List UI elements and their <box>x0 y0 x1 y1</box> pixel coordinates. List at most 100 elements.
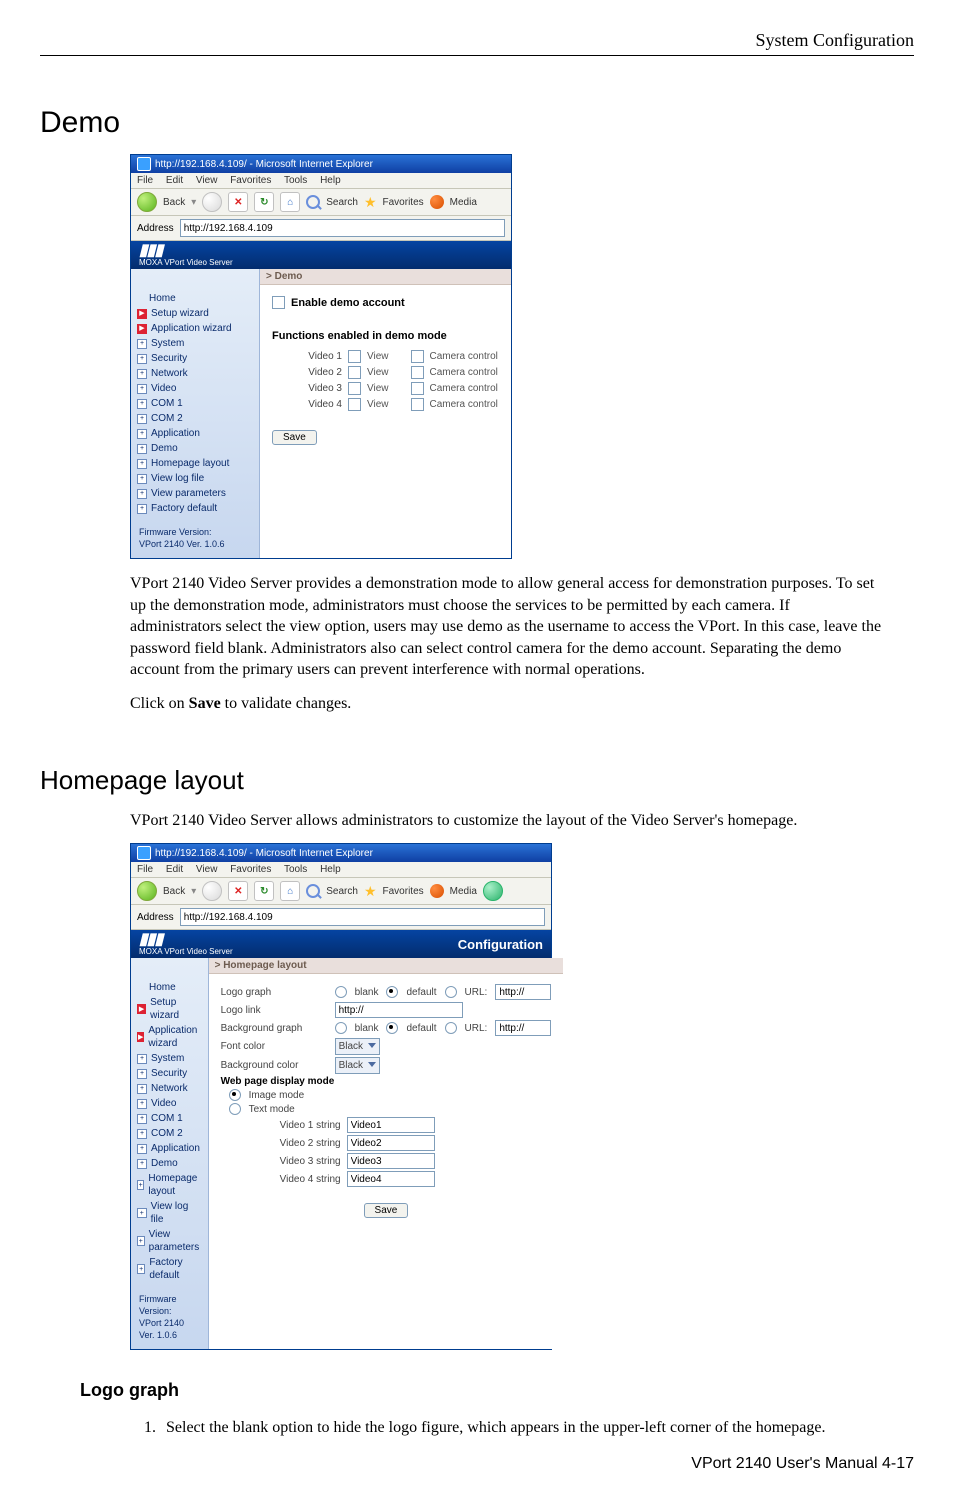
video4-string-input[interactable] <box>347 1171 435 1187</box>
sidebar-item-setup-wizard[interactable]: ▶Setup wizard <box>131 306 259 321</box>
video1-string-label: Video 1 string <box>221 1120 341 1131</box>
sidebar-item-label: Application <box>151 427 200 440</box>
bg-graph-url-radio[interactable] <box>445 1022 457 1034</box>
search-icon[interactable] <box>306 195 320 209</box>
sidebar-item-video[interactable]: +Video <box>131 381 259 396</box>
video1-cam-checkbox[interactable] <box>411 350 424 363</box>
ie-menubar[interactable]: File Edit View Favorites Tools Help <box>131 862 551 878</box>
sidebar-item-com1[interactable]: +COM 1 <box>131 396 259 411</box>
refresh-icon[interactable]: ↻ <box>254 881 274 901</box>
bg-graph-blank-radio[interactable] <box>335 1022 347 1034</box>
save-button[interactable]: Save <box>364 1203 409 1218</box>
bg-color-select[interactable]: Black <box>335 1057 380 1074</box>
address-input[interactable] <box>180 908 545 926</box>
ie-logo-icon <box>137 157 151 171</box>
favorites-icon[interactable]: ★ <box>364 884 377 898</box>
enable-demo-checkbox[interactable] <box>272 296 285 309</box>
sidebar: Home ▶Setup wizard ▶Application wizard +… <box>131 269 260 558</box>
menu-edit[interactable]: Edit <box>166 175 183 186</box>
sidebar-item-home[interactable]: Home <box>131 980 208 995</box>
search-label[interactable]: Search <box>326 197 358 208</box>
stop-icon[interactable]: ✕ <box>228 192 248 212</box>
menu-view[interactable]: View <box>196 175 218 186</box>
brand-bar: ▮▮▮MOXA VPort Video Server <box>131 241 511 269</box>
sidebar-item-label: Network <box>151 367 188 380</box>
sidebar-item-network[interactable]: +Network <box>131 366 259 381</box>
favorites-icon[interactable]: ★ <box>364 195 377 209</box>
sidebar-item-label: System <box>151 337 184 350</box>
video4-label: Video 4 <box>272 399 342 410</box>
menu-favorites[interactable]: Favorites <box>230 175 271 186</box>
video3-string-input[interactable] <box>347 1153 435 1169</box>
brand-logo: ▮▮▮ <box>139 243 233 259</box>
home-icon[interactable]: ⌂ <box>280 192 300 212</box>
media-icon[interactable] <box>430 884 444 898</box>
home-icon[interactable]: ⌂ <box>280 881 300 901</box>
refresh-icon[interactable]: ↻ <box>254 192 274 212</box>
address-input[interactable] <box>180 219 505 237</box>
media-icon[interactable] <box>430 195 444 209</box>
search-icon[interactable] <box>306 884 320 898</box>
logo-graph-default-radio[interactable] <box>386 986 398 998</box>
media-label[interactable]: Media <box>450 197 477 208</box>
video1-string-input[interactable] <box>347 1117 435 1133</box>
sidebar-item-demo[interactable]: +Demo <box>131 441 259 456</box>
text-mode-radio[interactable] <box>229 1103 241 1115</box>
history-icon[interactable] <box>483 881 503 901</box>
sidebar-item-com2[interactable]: +COM 2 <box>131 411 259 426</box>
sidebar-item-security[interactable]: +Security <box>131 351 259 366</box>
video4-cam-checkbox[interactable] <box>411 398 424 411</box>
logo-graph-url-radio[interactable] <box>445 986 457 998</box>
header-rule <box>40 55 914 56</box>
enable-demo-label: Enable demo account <box>291 297 405 309</box>
ie-titlebar: http://192.168.4.109/ - Microsoft Intern… <box>131 844 551 862</box>
sidebar-item-application-wizard[interactable]: ▶Application wizard <box>131 321 259 336</box>
save-button[interactable]: Save <box>272 430 317 445</box>
video2-cam-checkbox[interactable] <box>411 366 424 379</box>
image-mode-radio[interactable] <box>229 1089 241 1101</box>
breadcrumb: > Homepage layout <box>209 958 564 974</box>
bg-graph-url-input[interactable] <box>495 1020 551 1036</box>
sidebar-item-system[interactable]: +System <box>131 336 259 351</box>
video3-cam-checkbox[interactable] <box>411 382 424 395</box>
video3-view-checkbox[interactable] <box>348 382 361 395</box>
sidebar-item-view-log-file[interactable]: +View log file <box>131 471 259 486</box>
back-label[interactable]: Back <box>163 197 185 208</box>
logo-graph-list-item: Select the blank option to hide the logo… <box>160 1417 884 1439</box>
forward-icon[interactable] <box>202 881 222 901</box>
sidebar-item-label: Security <box>151 352 187 365</box>
sidebar-item-setup-wizard[interactable]: ▶Setup wizard <box>131 995 208 1023</box>
sidebar-item-home[interactable]: Home <box>131 291 259 306</box>
bg-graph-default-radio[interactable] <box>386 1022 398 1034</box>
video2-view-checkbox[interactable] <box>348 366 361 379</box>
font-color-select[interactable]: Black <box>335 1038 380 1055</box>
favorites-label[interactable]: Favorites <box>383 197 424 208</box>
logo-link-input[interactable] <box>335 1002 463 1018</box>
video4-view-checkbox[interactable] <box>348 398 361 411</box>
view-label: View <box>367 351 389 362</box>
forward-icon[interactable] <box>202 192 222 212</box>
stop-icon[interactable]: ✕ <box>228 881 248 901</box>
menu-tools[interactable]: Tools <box>284 175 307 186</box>
sidebar-item-view-parameters[interactable]: +View parameters <box>131 486 259 501</box>
sidebar-item-factory-default[interactable]: +Factory default <box>131 501 259 516</box>
logo-graph-blank-radio[interactable] <box>335 986 347 998</box>
bg-graph-label: Background graph <box>221 1023 327 1034</box>
sidebar-item-application-wizard[interactable]: ▶Application wizard <box>131 1023 208 1051</box>
sidebar-item-application[interactable]: +Application <box>131 426 259 441</box>
video1-view-checkbox[interactable] <box>348 350 361 363</box>
back-icon[interactable] <box>137 192 157 212</box>
homepage-screenshot: http://192.168.4.109/ - Microsoft Intern… <box>130 843 914 1350</box>
logo-graph-url-input[interactable] <box>495 984 551 1000</box>
configuration-label: Configuration <box>458 937 543 952</box>
ie-menubar[interactable]: File Edit View Favorites Tools Help <box>131 173 511 189</box>
video2-string-input[interactable] <box>347 1135 435 1151</box>
menu-file[interactable]: File <box>137 175 153 186</box>
sidebar-item-homepage-layout[interactable]: +Homepage layout <box>131 456 259 471</box>
camcontrol-label: Camera control <box>430 351 498 362</box>
back-icon[interactable] <box>137 881 157 901</box>
menu-help[interactable]: Help <box>320 175 341 186</box>
ie-logo-icon <box>137 846 151 860</box>
sidebar-item-label: View log file <box>151 472 204 485</box>
sidebar-item-label: Application wizard <box>151 322 232 335</box>
